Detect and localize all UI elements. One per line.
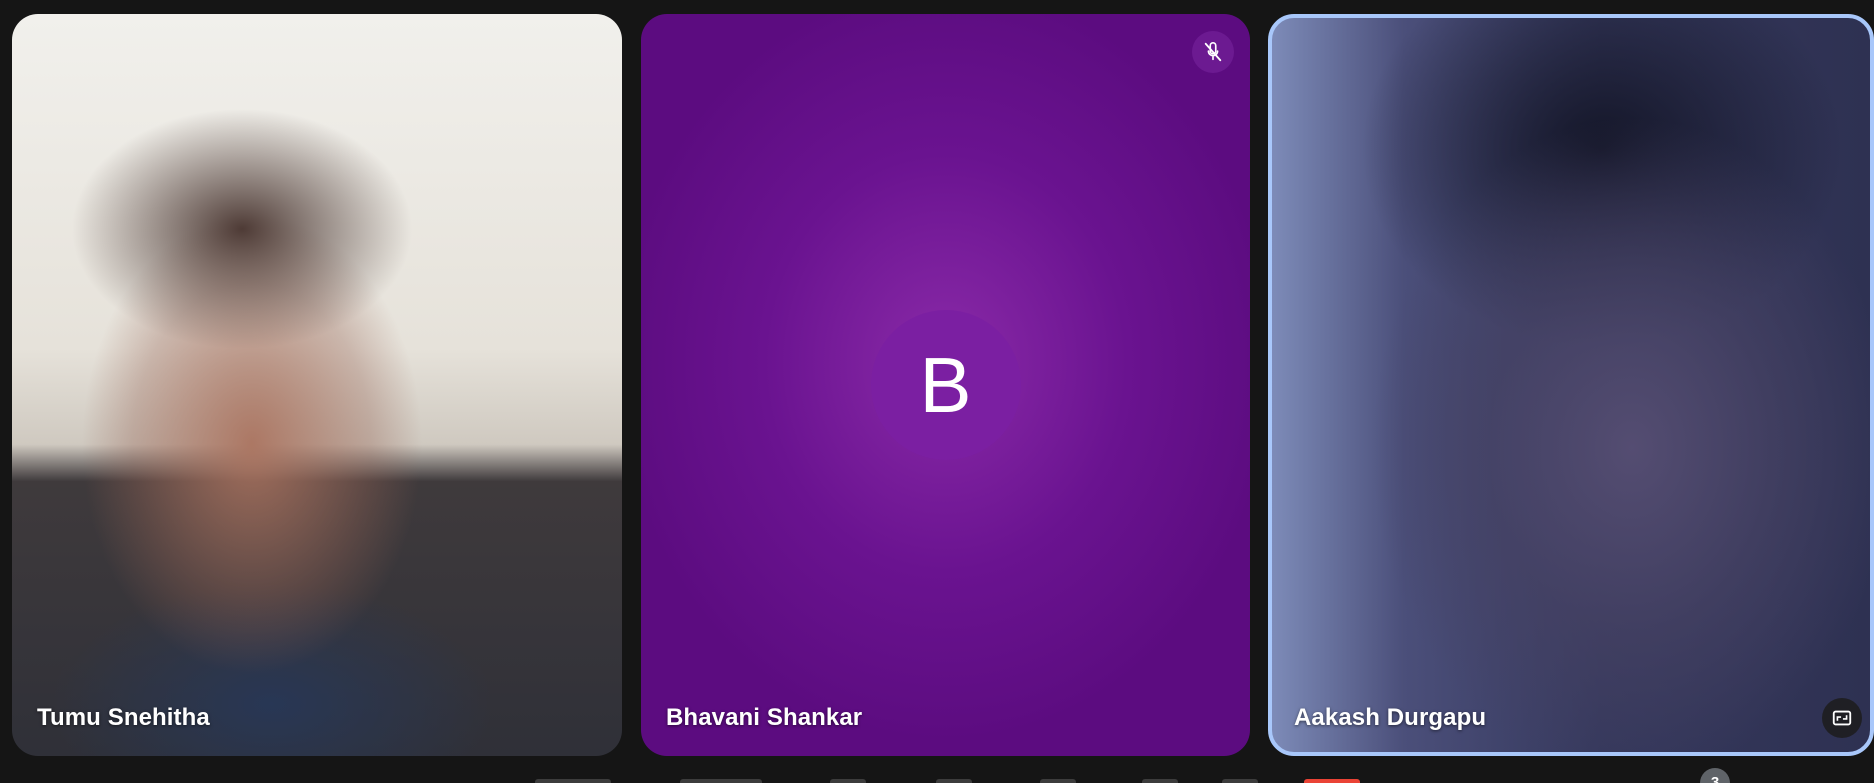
participant-tile-bhavani-shankar[interactable]: B Bhavani Shankar bbox=[641, 14, 1250, 756]
participant-tile-tumu-snehitha[interactable]: Tumu Snehitha bbox=[12, 14, 622, 756]
control-button[interactable] bbox=[1222, 779, 1258, 783]
control-button[interactable] bbox=[830, 779, 866, 783]
control-button[interactable] bbox=[680, 779, 762, 783]
control-button[interactable] bbox=[936, 779, 972, 783]
participants-count-badge[interactable]: 3 bbox=[1700, 768, 1730, 783]
control-button[interactable] bbox=[535, 779, 611, 783]
mic-off-icon bbox=[1192, 31, 1234, 73]
avatar: B bbox=[870, 310, 1021, 460]
call-controls-bar: 3 bbox=[0, 760, 1874, 783]
expand-icon[interactable] bbox=[1822, 698, 1862, 738]
control-button[interactable] bbox=[1142, 779, 1178, 783]
participant-tile-aakash-durgapu[interactable]: Aakash Durgapu bbox=[1268, 14, 1874, 756]
meeting-grid: Tumu Snehitha B Bhavani Shankar Aakash D… bbox=[0, 0, 1874, 783]
participant-name: Tumu Snehitha bbox=[37, 704, 210, 731]
participant-name: Bhavani Shankar bbox=[666, 704, 863, 731]
participant-name: Aakash Durgapu bbox=[1294, 704, 1487, 731]
control-button[interactable] bbox=[1040, 779, 1076, 783]
avatar-letter: B bbox=[919, 341, 972, 429]
end-call-button[interactable] bbox=[1304, 779, 1360, 783]
